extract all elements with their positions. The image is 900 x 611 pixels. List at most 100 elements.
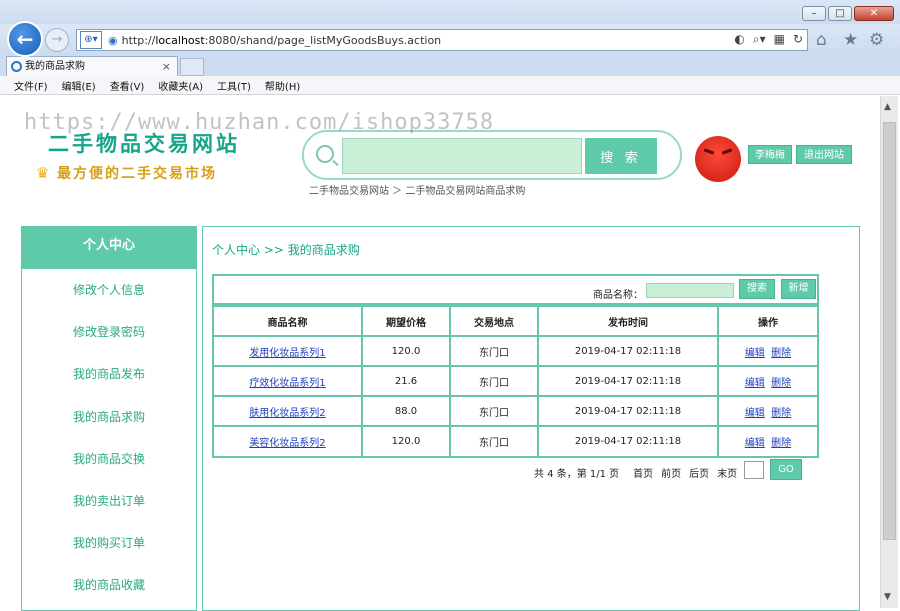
cell-actions: 编辑 删除	[717, 335, 817, 367]
sidebar-item-sold-orders[interactable]: 我的卖出订单	[22, 480, 196, 522]
trophy-icon: ♛	[36, 164, 52, 182]
delete-link[interactable]: 删除	[771, 408, 791, 419]
sidebar-item-bought-orders[interactable]: 我的购买订单	[22, 522, 196, 564]
filter-label: 商品名称：	[593, 290, 643, 301]
site-dropdown-icon[interactable]: ⊕▾	[80, 31, 102, 49]
minimize-icon[interactable]: –	[802, 6, 826, 21]
table-row: 肤用化妆品系列2 88.0 东门口 2019-04-17 02:11:18 编辑…	[214, 395, 817, 427]
cell-time: 2019-04-17 02:11:18	[537, 395, 719, 427]
data-table: 商品名称 期望价格 交易地点 发布时间 操作 发用化妆品系列1 120.0 东门…	[214, 305, 817, 456]
pager-next[interactable]: 后页	[689, 465, 709, 480]
sidebar-item-my-wanted[interactable]: 我的商品求购	[22, 396, 196, 438]
edit-link[interactable]: 编辑	[745, 438, 765, 449]
pager-prev[interactable]: 前页	[661, 465, 681, 480]
new-tab-button[interactable]	[180, 58, 204, 76]
compat-view-icon[interactable]: ▦	[774, 32, 785, 47]
cell-time: 2019-04-17 02:11:18	[537, 425, 719, 456]
close-window-icon[interactable]: ✕	[854, 6, 894, 21]
search-box: 搜 索	[302, 130, 682, 180]
menu-file[interactable]: 文件(F)	[14, 78, 48, 93]
favorites-star-icon[interactable]: ★	[843, 30, 858, 50]
goods-name-input[interactable]	[646, 283, 734, 298]
edit-link[interactable]: 编辑	[745, 348, 765, 359]
sidebar-item-change-password[interactable]: 修改登录密码	[22, 311, 196, 353]
home-icon[interactable]: ⌂	[816, 30, 827, 50]
sidebar-item-edit-profile[interactable]: 修改个人信息	[22, 269, 196, 311]
sidebar-item-my-posts[interactable]: 我的商品发布	[22, 353, 196, 395]
tab-current[interactable]: 我的商品求购 ×	[6, 56, 178, 77]
filter-search-button[interactable]: 搜索	[739, 279, 775, 299]
compat-icon[interactable]: ◐	[734, 32, 744, 47]
table-toolbar: 商品名称： 搜索 新增	[214, 276, 817, 305]
edit-link[interactable]: 编辑	[745, 378, 765, 389]
cell-price: 21.6	[361, 365, 451, 397]
goods-link[interactable]: 发用化妆品系列1	[249, 348, 325, 359]
delete-link[interactable]: 删除	[771, 348, 791, 359]
pager-summary: 共 4 条，第 1/1 页	[534, 469, 620, 480]
cell-price: 120.0	[361, 425, 451, 456]
cell-actions: 编辑 删除	[717, 365, 817, 397]
menu-help[interactable]: 帮助(H)	[265, 78, 300, 93]
cell-place: 东门口	[449, 365, 539, 397]
page-content: 二手物品交易网站 ♛ 最方便的二手交易市场 搜 索 二手物品交易网站 ＞ 二手物…	[6, 96, 880, 611]
gear-icon[interactable]: ⚙	[869, 30, 884, 50]
main-panel: 个人中心 >> 我的商品求购 商品名称： 搜索 新增 商品名称 期望价格 交易地…	[202, 226, 860, 611]
slogan-text: 最方便的二手交易市场	[57, 166, 217, 182]
search-icon[interactable]: ⌕▾	[753, 32, 766, 47]
cell-actions: 编辑 删除	[717, 425, 817, 456]
content-breadcrumb: 个人中心 >> 我的商品求购	[212, 243, 360, 257]
table-row: 疗效化妆品系列1 21.6 东门口 2019-04-17 02:11:18 编辑…	[214, 365, 817, 397]
cell-name: 疗效化妆品系列1	[214, 365, 363, 397]
menu-view[interactable]: 查看(V)	[110, 78, 145, 93]
scroll-down-icon[interactable]: ▼	[884, 592, 891, 602]
address-bar[interactable]: ⊕▾ ◉ http://localhost:8080/shand/page_li…	[76, 29, 808, 51]
breadcrumb: 二手物品交易网站 ＞ 二手物品交易网站商品求购	[309, 186, 526, 197]
scroll-thumb[interactable]	[883, 122, 896, 540]
goods-link[interactable]: 美容化妆品系列2	[249, 438, 325, 449]
pager-last[interactable]: 末页	[717, 465, 737, 480]
add-button[interactable]: 新增	[781, 279, 816, 299]
table-header-row: 商品名称 期望价格 交易地点 发布时间 操作	[214, 305, 817, 337]
delete-link[interactable]: 删除	[771, 378, 791, 389]
menu-edit[interactable]: 编辑(E)	[62, 78, 96, 93]
back-arrow-icon[interactable]: ←	[7, 21, 43, 57]
logout-button[interactable]: 退出网站	[796, 145, 852, 164]
maximize-icon[interactable]: □	[828, 6, 852, 21]
menu-tools[interactable]: 工具(T)	[217, 78, 251, 93]
cell-place: 东门口	[449, 425, 539, 456]
column-header: 期望价格	[361, 305, 451, 337]
pagination: 共 4 条，第 1/1 页 首页 前页 后页 末页 GO	[534, 459, 802, 480]
username-button[interactable]: 李梅梅	[748, 145, 792, 164]
column-header: 商品名称	[214, 305, 363, 337]
table-row: 美容化妆品系列2 120.0 东门口 2019-04-17 02:11:18 编…	[214, 425, 817, 456]
cell-name: 肤用化妆品系列2	[214, 395, 363, 427]
close-tab-icon[interactable]: ×	[162, 57, 171, 76]
forward-arrow-icon[interactable]: →	[45, 28, 69, 52]
avatar	[695, 136, 741, 182]
cell-time: 2019-04-17 02:11:18	[537, 335, 719, 367]
page-number-input[interactable]	[744, 461, 764, 479]
delete-link[interactable]: 删除	[771, 438, 791, 449]
cell-price: 88.0	[361, 395, 451, 427]
search-button[interactable]: 搜 索	[585, 138, 657, 174]
scroll-up-icon[interactable]: ▲	[884, 102, 891, 112]
address-url[interactable]: http://localhost:8080/shand/page_listMyG…	[122, 34, 442, 47]
cell-actions: 编辑 删除	[717, 395, 817, 427]
search-icon	[316, 145, 334, 163]
refresh-icon[interactable]: ↻	[793, 32, 803, 47]
watermark: https://www.huzhan.com/ishop33758	[24, 110, 495, 135]
sidebar-item-my-exchange[interactable]: 我的商品交换	[22, 438, 196, 480]
sidebar-item-favorites[interactable]: 我的商品收藏	[22, 564, 196, 606]
menu-favorites[interactable]: 收藏夹(A)	[158, 78, 203, 93]
vertical-scrollbar[interactable]: ▲ ▼	[880, 96, 898, 608]
table-row: 发用化妆品系列1 120.0 东门口 2019-04-17 02:11:18 编…	[214, 335, 817, 367]
goods-link[interactable]: 疗效化妆品系列1	[249, 378, 325, 389]
cell-place: 东门口	[449, 335, 539, 367]
search-input[interactable]	[342, 138, 582, 174]
pager-first[interactable]: 首页	[633, 465, 653, 480]
edit-link[interactable]: 编辑	[745, 408, 765, 419]
sidebar-title: 个人中心	[22, 226, 196, 269]
site-slogan: ♛ 最方便的二手交易市场	[36, 163, 217, 183]
goods-link[interactable]: 肤用化妆品系列2	[249, 408, 325, 419]
go-button[interactable]: GO	[770, 459, 802, 480]
